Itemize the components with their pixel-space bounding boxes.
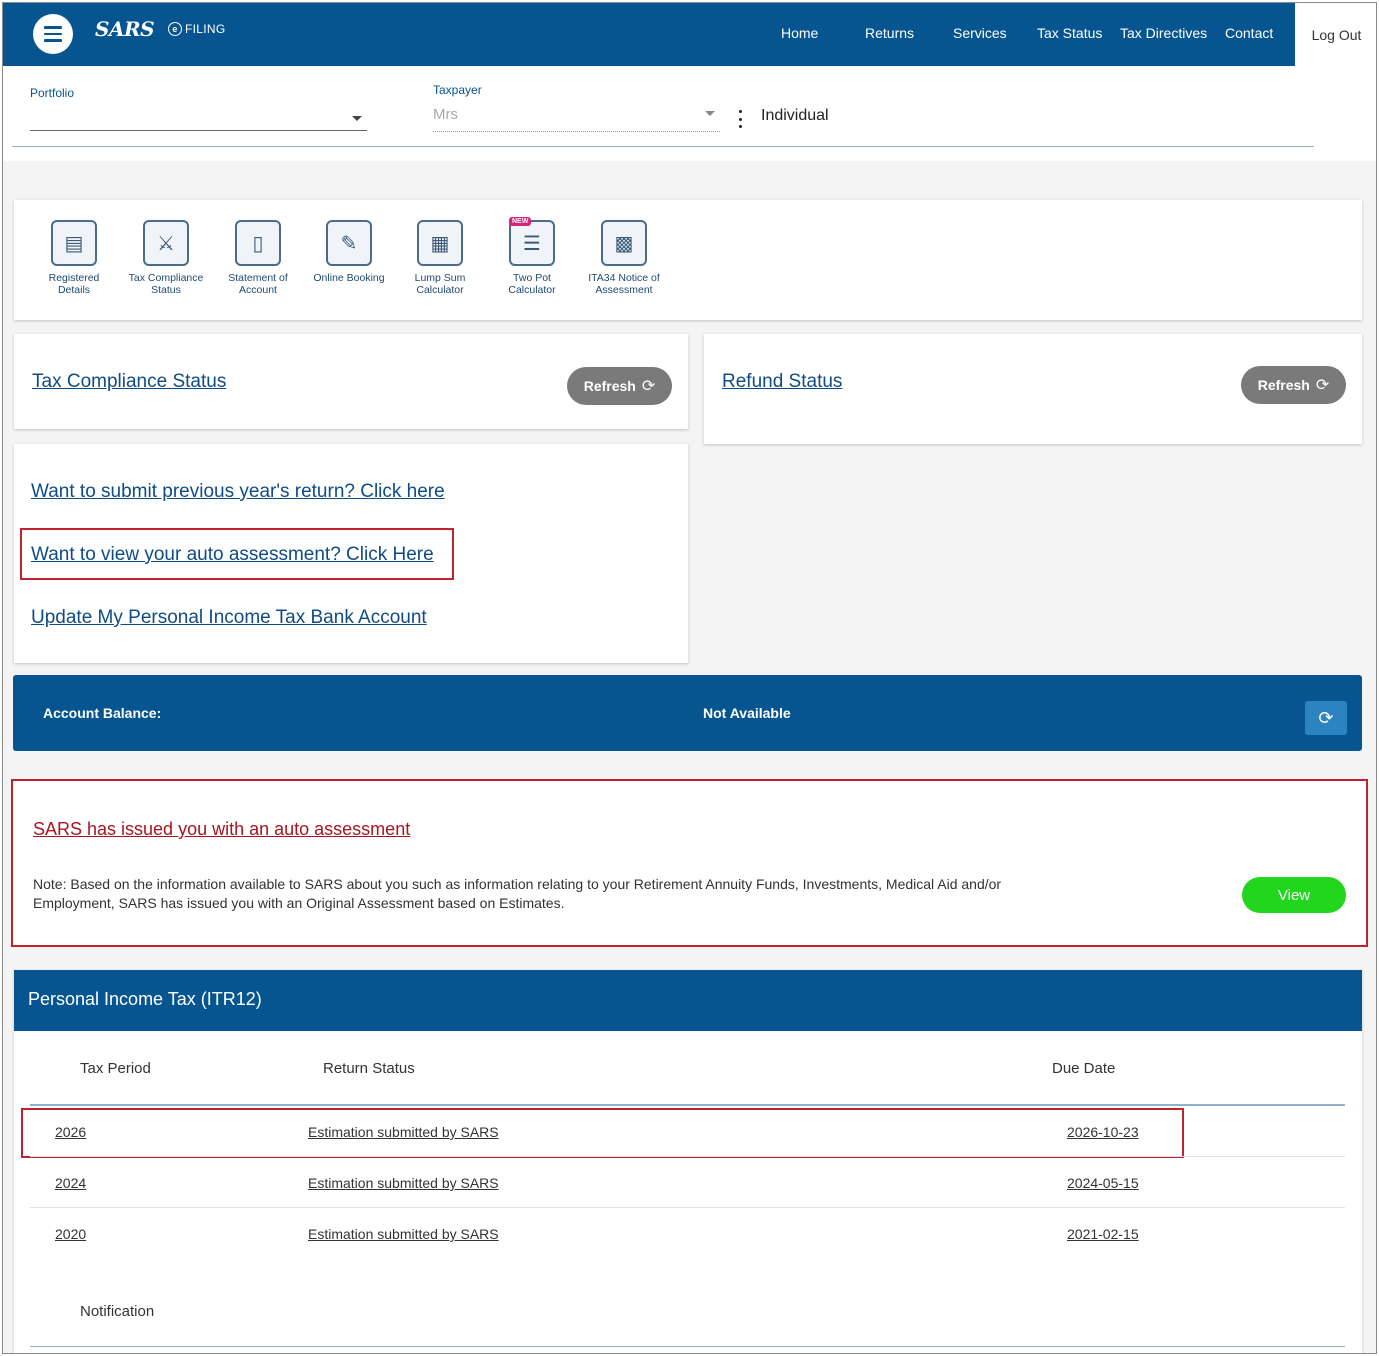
nav-services[interactable]: Services: [953, 25, 1007, 41]
id-card-icon: ▤: [51, 220, 97, 266]
quick-link-statement-of-account[interactable]: ▯ Statement of Account: [216, 220, 300, 296]
filter-bar: Portfolio Taxpayer Mrs Individual: [3, 66, 1376, 161]
portfolio-select[interactable]: [30, 104, 367, 131]
tax-compliance-card: Tax Compliance Status Refresh ⟳: [14, 334, 688, 429]
compliance-bag-icon: ⚔: [143, 220, 189, 266]
column-tax-period: Tax Period: [80, 1060, 151, 1077]
row-tax-period[interactable]: 2020: [55, 1226, 86, 1242]
auto-assessment-title[interactable]: SARS has issued you with an auto assessm…: [33, 819, 410, 840]
new-badge: NEW: [509, 217, 532, 226]
notification-heading: Notification: [80, 1303, 155, 1320]
row-return-status[interactable]: Estimation submitted by SARS: [308, 1124, 499, 1140]
return-links-card: Want to submit previous year's return? C…: [14, 444, 688, 663]
row-return-status[interactable]: Estimation submitted by SARS: [308, 1226, 499, 1242]
two-pot-icon: ☰ NEW: [509, 217, 555, 266]
highlight-box: [21, 1108, 1184, 1158]
app-frame: SARS e FILING Home Returns Services Tax …: [2, 2, 1377, 1354]
notice-icon: ▩: [601, 220, 647, 266]
column-due-date: Due Date: [1052, 1060, 1116, 1077]
nav-tax-directives[interactable]: Tax Directives: [1120, 25, 1207, 41]
header-divider: [30, 1104, 1345, 1106]
auto-assessment-notice: SARS has issued you with an auto assessm…: [11, 779, 1368, 947]
statement-icon: ▯: [235, 220, 281, 266]
quick-link-two-pot-calculator[interactable]: ☰ NEW Two Pot Calculator: [490, 217, 574, 296]
column-return-status: Return Status: [323, 1060, 415, 1077]
row-due-date[interactable]: 2021-02-15: [1067, 1226, 1139, 1242]
account-balance-bar: Account Balance: Not Available ⟳: [13, 675, 1362, 751]
portfolio-label: Portfolio: [30, 86, 75, 100]
nav-contact[interactable]: Contact: [1225, 25, 1273, 41]
pit-title: Personal Income Tax (ITR12): [14, 970, 1362, 1031]
row-due-date[interactable]: 2026-10-23: [1067, 1124, 1139, 1140]
quick-link-online-booking[interactable]: ✎ Online Booking: [307, 220, 391, 284]
quick-link-tax-compliance-status[interactable]: ⚔ Tax Compliance Status: [124, 220, 208, 296]
quick-link-lump-sum-calculator[interactable]: ▦ Lump Sum Calculator: [398, 220, 482, 296]
logo-text: SARS: [95, 17, 155, 41]
quick-link-registered-details[interactable]: ▤ Registered Details: [32, 220, 116, 296]
divider: [12, 146, 1314, 147]
refresh-icon: ⟳: [641, 378, 656, 395]
refund-refresh-button[interactable]: Refresh ⟳: [1241, 366, 1346, 404]
hamburger-menu-icon[interactable]: [33, 14, 73, 54]
personal-income-tax-panel: Personal Income Tax (ITR12) Tax Period R…: [14, 970, 1362, 1353]
booking-icon: ✎: [326, 220, 372, 266]
calculator-icon: ▦: [417, 220, 463, 266]
chevron-down-icon: [352, 116, 362, 121]
row-tax-period[interactable]: 2026: [55, 1124, 86, 1140]
chevron-down-icon: [705, 111, 715, 116]
top-nav: SARS e FILING Home Returns Services Tax …: [3, 3, 1376, 66]
row-divider: [30, 1207, 1345, 1208]
account-balance-label: Account Balance:: [43, 705, 162, 721]
row-return-status[interactable]: Estimation submitted by SARS: [308, 1175, 499, 1191]
notification-divider: [30, 1346, 1345, 1347]
auto-assessment-note: Note: Based on the information available…: [33, 876, 1002, 911]
logout-button[interactable]: Log Out: [1295, 3, 1376, 66]
refund-status-link[interactable]: Refund Status: [722, 371, 842, 393]
refund-status-card: Refund Status Refresh ⟳: [704, 334, 1362, 444]
efiling-logo: e FILING: [168, 22, 225, 36]
taxpayer-select[interactable]: Mrs: [433, 100, 720, 132]
view-button[interactable]: View: [1242, 877, 1346, 913]
compliance-refresh-button[interactable]: Refresh ⟳: [567, 367, 672, 405]
bank-account-link[interactable]: Update My Personal Income Tax Bank Accou…: [31, 607, 427, 629]
auto-assessment-link[interactable]: Want to view your auto assessment? Click…: [31, 544, 434, 566]
refresh-icon: ⟳: [1315, 377, 1330, 394]
taxpayer-type: Individual: [761, 107, 829, 124]
nav-tax-status[interactable]: Tax Status: [1037, 25, 1102, 41]
taxpayer-label: Taxpayer: [433, 83, 482, 97]
efiling-e-icon: e: [168, 22, 183, 36]
nav-returns[interactable]: Returns: [865, 25, 914, 41]
nav-home[interactable]: Home: [781, 25, 818, 41]
row-due-date[interactable]: 2024-05-15: [1067, 1175, 1139, 1191]
tax-compliance-status-link[interactable]: Tax Compliance Status: [32, 371, 226, 393]
balance-refresh-icon[interactable]: ⟳: [1305, 701, 1347, 735]
sars-logo[interactable]: SARS e FILING: [95, 15, 226, 43]
row-tax-period[interactable]: 2024: [55, 1175, 86, 1191]
account-balance-value: Not Available: [703, 705, 791, 721]
quick-links-panel: ▤ Registered Details ⚔ Tax Compliance St…: [14, 200, 1362, 320]
previous-return-link[interactable]: Want to submit previous year's return? C…: [31, 481, 445, 503]
taxpayer-value: Mrs: [433, 106, 458, 123]
row-divider: [30, 1156, 1345, 1157]
quick-link-ita34-notice[interactable]: ▩ ITA34 Notice of Assessment: [582, 220, 666, 296]
more-options-icon[interactable]: [736, 110, 744, 128]
